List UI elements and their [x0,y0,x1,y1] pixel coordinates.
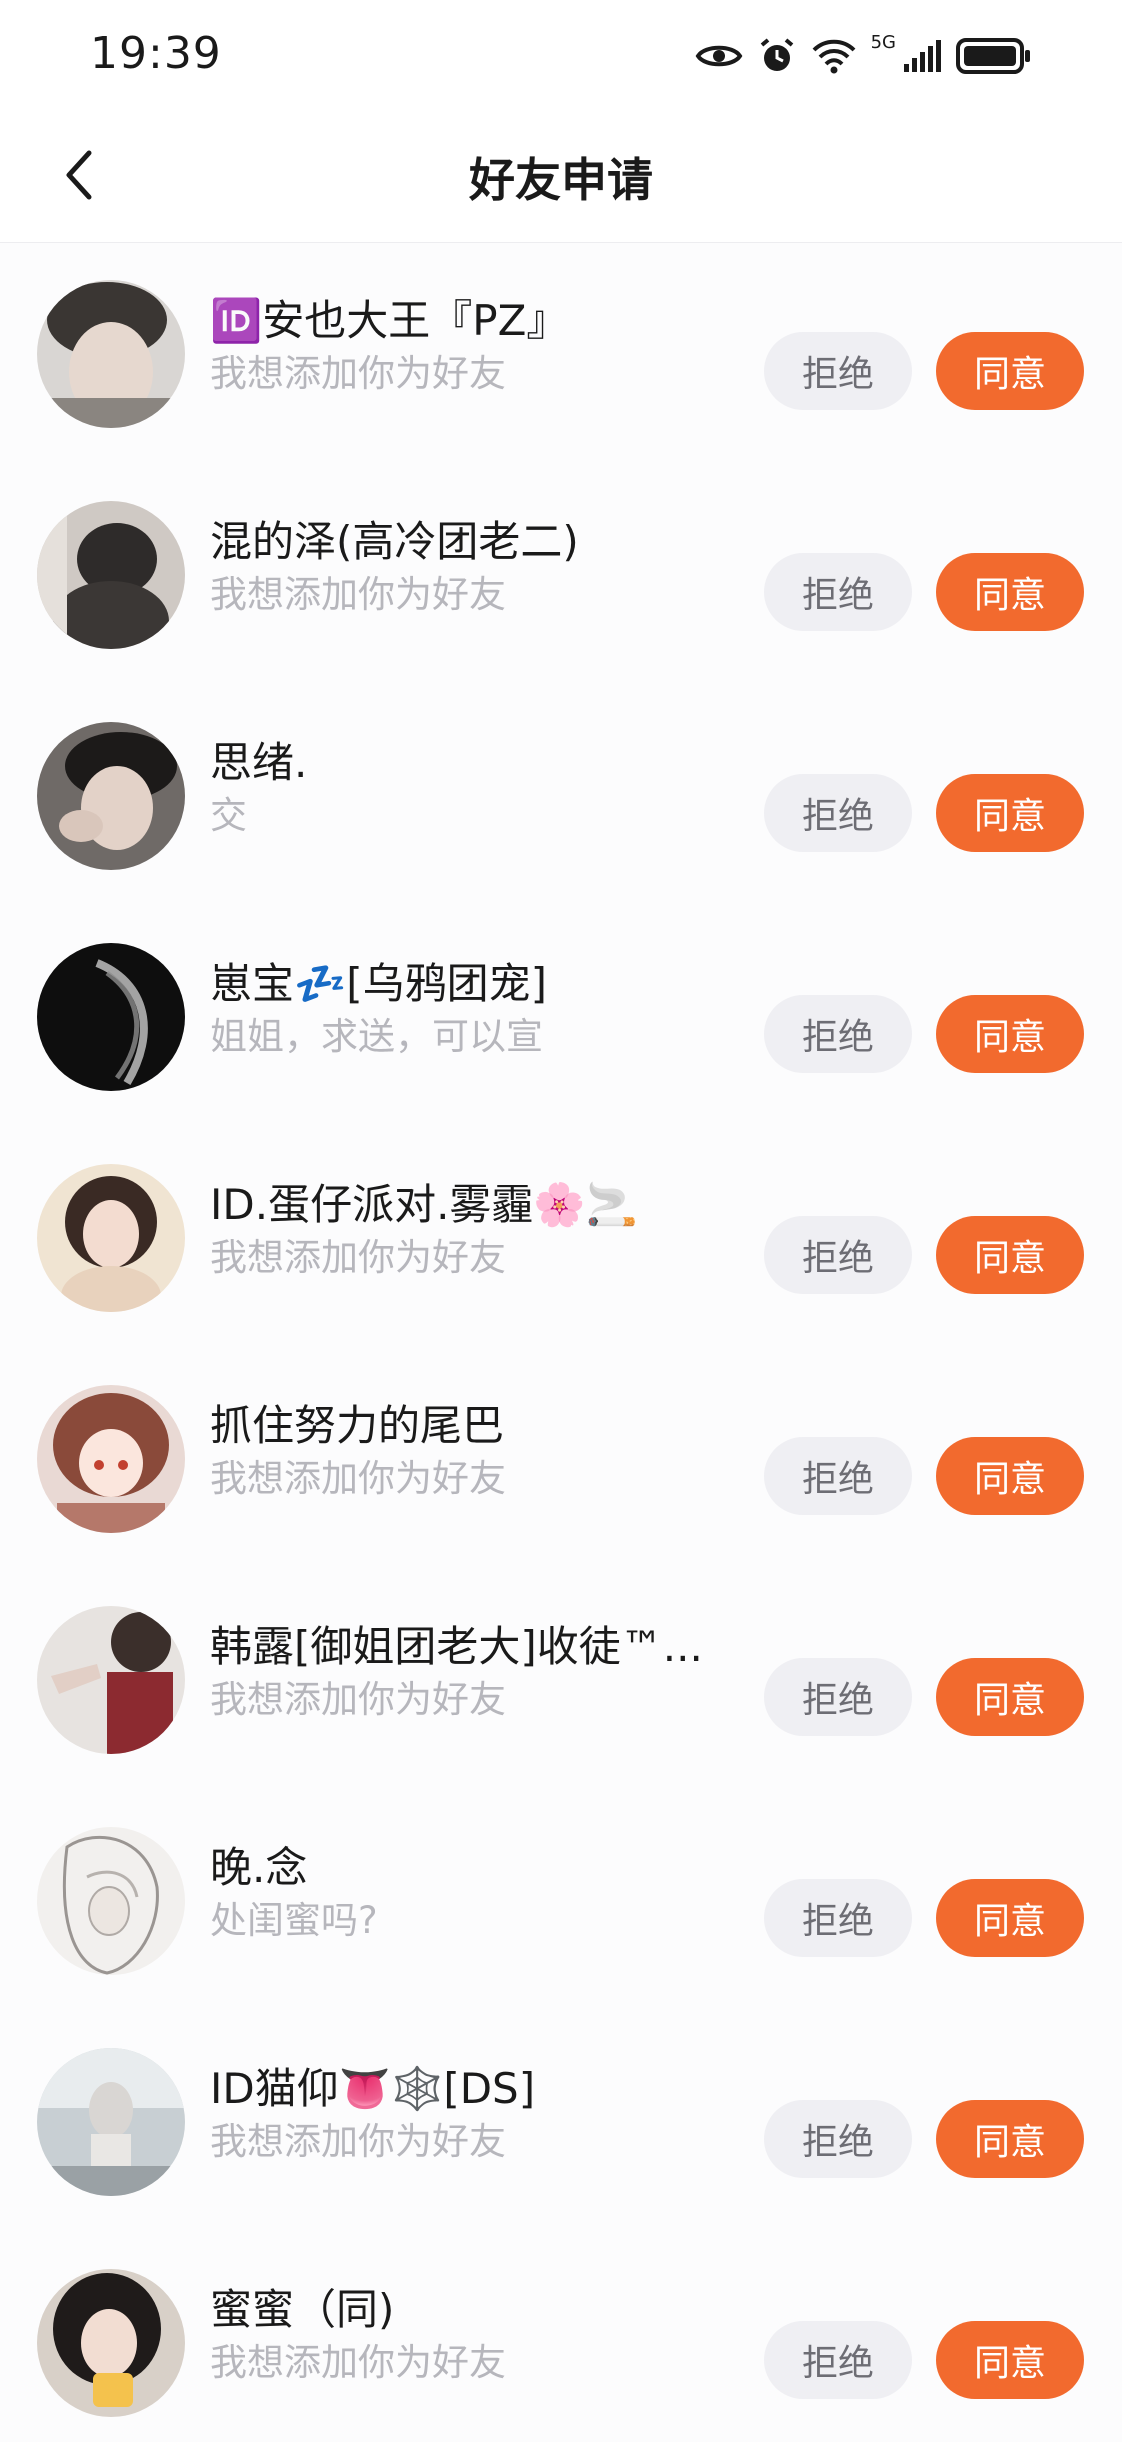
request-info: 崽宝💤[乌鸦团宠] 姐姐，求送，可以宣 [210,958,710,1062]
accept-button[interactable]: 同意 [936,1879,1084,1957]
requester-name: 混的泽(高冷团老二) [210,517,579,566]
request-message: 我想添加你为好友 [210,1678,506,1721]
requester-name: 崽宝💤[乌鸦团宠] [210,959,548,1008]
accept-button[interactable]: 同意 [936,774,1084,852]
request-message: 我想添加你为好友 [210,352,506,395]
friend-request-row: 🆔安也大王『PZ』 我想添加你为好友 拒绝 同意 [0,243,1122,464]
accept-button[interactable]: 同意 [936,1437,1084,1515]
requester-name: 抓住努力的尾巴 [210,1401,505,1450]
request-message: 我想添加你为好友 [210,1457,506,1500]
requester-name: 晚.念 [210,1843,308,1892]
avatar[interactable] [37,1827,185,1975]
reject-button[interactable]: 拒绝 [764,774,912,852]
accept-button[interactable]: 同意 [936,553,1084,631]
friend-request-row: 思绪. 交 拒绝 同意 [0,685,1122,906]
wifi-icon [811,36,857,76]
accept-button[interactable]: 同意 [936,332,1084,410]
avatar[interactable] [37,2048,185,2196]
status-time: 19:39 [90,28,222,79]
accept-button[interactable]: 同意 [936,995,1084,1073]
friend-request-row: 韩露[御姐团老大]收徒™... 我想添加你为好友 拒绝 同意 [0,1569,1122,1790]
request-info: 抓住努力的尾巴 我想添加你为好友 [210,1400,710,1504]
request-message: 我想添加你为好友 [210,2120,506,2163]
status-bar: 19:39 5G [0,0,1122,112]
avatar[interactable] [37,943,185,1091]
alarm-icon [757,36,797,76]
request-message: 我想添加你为好友 [210,2341,506,2384]
reject-button[interactable]: 拒绝 [764,2321,912,2399]
network-type-label: 5G [870,32,896,53]
reject-button[interactable]: 拒绝 [764,1437,912,1515]
page-title: 好友申请 [469,153,653,207]
requester-name: 思绪. [210,738,308,787]
avatar[interactable] [37,501,185,649]
friend-request-row: 抓住努力的尾巴 我想添加你为好友 拒绝 同意 [0,1348,1122,1569]
avatar[interactable] [37,722,185,870]
reject-button[interactable]: 拒绝 [764,1216,912,1294]
request-info: 韩露[御姐团老大]收徒™... 我想添加你为好友 [210,1621,710,1725]
reject-button[interactable]: 拒绝 [764,1879,912,1957]
header-bar: 好友申请 [0,112,1122,243]
friend-requests-screen: 19:39 5G 好友申请 🆔安也大王『PZ』 我想添加你为好友 拒绝 同意 混… [0,0,1122,2442]
accept-button[interactable]: 同意 [936,2100,1084,2178]
reject-button[interactable]: 拒绝 [764,995,912,1073]
request-info: 🆔安也大王『PZ』 我想添加你为好友 [210,295,710,399]
request-message: 我想添加你为好友 [210,1236,506,1279]
request-message: 交 [210,794,247,837]
reject-button[interactable]: 拒绝 [764,2100,912,2178]
request-info: ID猫仰👅🕸️[DS] 我想添加你为好友 [210,2063,710,2167]
avatar[interactable] [37,280,185,428]
battery-icon [956,37,1032,75]
accept-button[interactable]: 同意 [936,1658,1084,1736]
friend-request-row: ID.蛋仔派对.雾霾🌸🚬 我想添加你为好友 拒绝 同意 [0,1127,1122,1348]
status-icons: 5G [695,34,1032,78]
friend-request-row: ID猫仰👅🕸️[DS] 我想添加你为好友 拒绝 同意 [0,2011,1122,2232]
requester-name: 韩露[御姐团老大]收徒™... [210,1622,703,1671]
friend-request-row: 晚.念 处闺蜜吗? 拒绝 同意 [0,1790,1122,2011]
request-message: 处闺蜜吗? [210,1899,378,1942]
requester-name: 蜜蜜（同) [210,2285,395,2334]
accept-button[interactable]: 同意 [936,2321,1084,2399]
reject-button[interactable]: 拒绝 [764,553,912,631]
requester-name: 🆔安也大王『PZ』 [210,296,569,345]
signal-icon [902,38,942,74]
request-info: ID.蛋仔派对.雾霾🌸🚬 我想添加你为好友 [210,1179,710,1283]
eye-icon [695,40,743,72]
avatar[interactable] [37,2269,185,2417]
friend-request-row: 蜜蜜（同) 我想添加你为好友 拒绝 同意 [0,2232,1122,2442]
accept-button[interactable]: 同意 [936,1216,1084,1294]
request-info: 混的泽(高冷团老二) 我想添加你为好友 [210,516,710,620]
reject-button[interactable]: 拒绝 [764,332,912,410]
friend-request-row: 混的泽(高冷团老二) 我想添加你为好友 拒绝 同意 [0,464,1122,685]
request-info: 思绪. 交 [210,737,710,841]
avatar[interactable] [37,1606,185,1754]
request-info: 晚.念 处闺蜜吗? [210,1842,710,1946]
friend-request-list: 🆔安也大王『PZ』 我想添加你为好友 拒绝 同意 混的泽(高冷团老二) 我想添加… [0,243,1122,2442]
reject-button[interactable]: 拒绝 [764,1658,912,1736]
request-message: 姐姐，求送，可以宣 [210,1015,543,1058]
avatar[interactable] [37,1385,185,1533]
requester-name: ID.蛋仔派对.雾霾🌸🚬 [210,1180,639,1229]
requester-name: ID猫仰👅🕸️[DS] [210,2064,536,2113]
request-message: 我想添加你为好友 [210,573,506,616]
friend-request-row: 崽宝💤[乌鸦团宠] 姐姐，求送，可以宣 拒绝 同意 [0,906,1122,1127]
avatar[interactable] [37,1164,185,1312]
request-info: 蜜蜜（同) 我想添加你为好友 [210,2284,710,2388]
